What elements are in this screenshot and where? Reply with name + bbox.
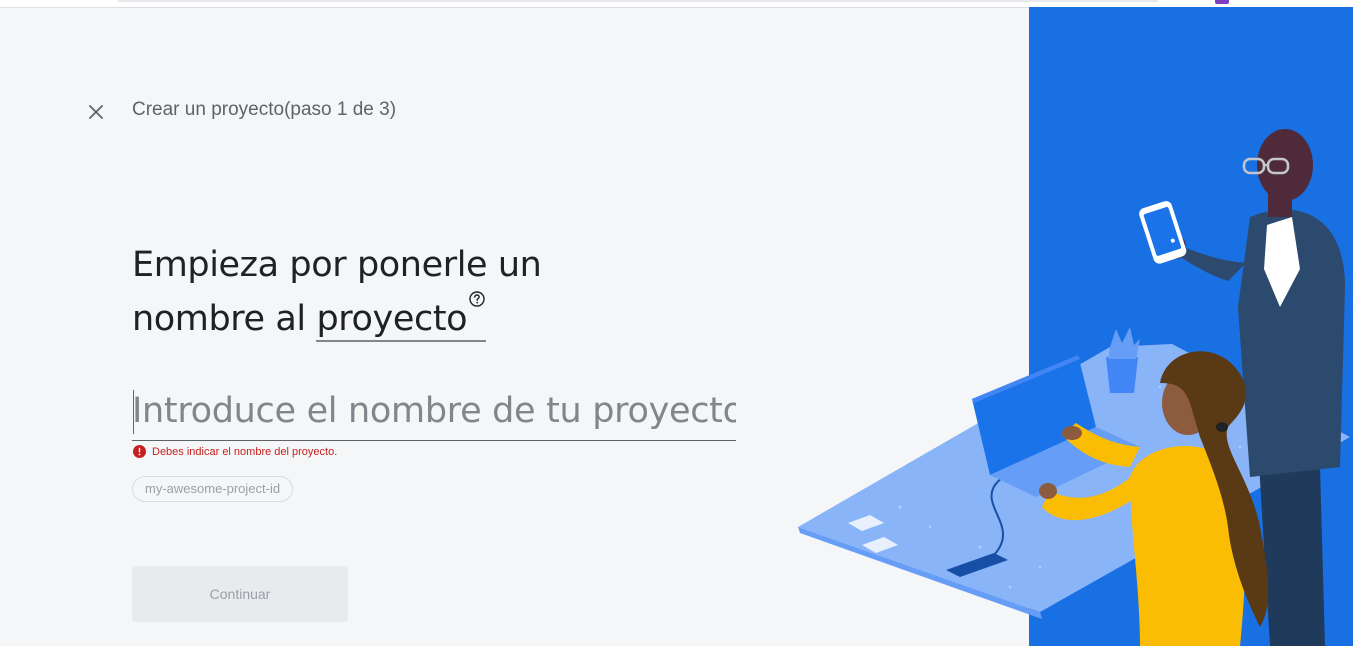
headline-line-2: nombre al proyecto — [132, 291, 692, 346]
create-project-page: Crear un proyecto(paso 1 de 3) Empieza p… — [0, 0, 1353, 646]
plant-pot — [1106, 357, 1138, 393]
project-name-error: Debes indicar el nombre del proyecto. — [133, 445, 337, 458]
close-button[interactable] — [80, 96, 112, 128]
close-icon — [89, 105, 103, 119]
headline-line-1: Empieza por ponerle un — [132, 245, 542, 285]
continue-button[interactable]: Continuar — [132, 566, 348, 622]
project-help-link[interactable]: proyecto — [316, 291, 487, 342]
error-message: Debes indicar el nombre del proyecto. — [152, 445, 338, 458]
project-name-input[interactable] — [132, 384, 736, 438]
error-icon — [133, 445, 146, 458]
headline-prefix: nombre al — [132, 299, 317, 339]
project-id-chip[interactable]: my-awesome-project-id — [132, 476, 294, 502]
help-circle-icon[interactable] — [468, 290, 486, 308]
hero-illustration — [798, 7, 1353, 646]
wizard-step-title: Crear un proyecto(paso 1 de 3) — [132, 99, 397, 120]
project-help-link-label: proyecto — [316, 299, 468, 339]
project-name-field[interactable] — [132, 384, 736, 441]
address-bar-edge — [118, 0, 1158, 2]
page-headline: Empieza por ponerle un nombre al proyect… — [132, 238, 692, 346]
extension-icon[interactable] — [1215, 0, 1229, 4]
